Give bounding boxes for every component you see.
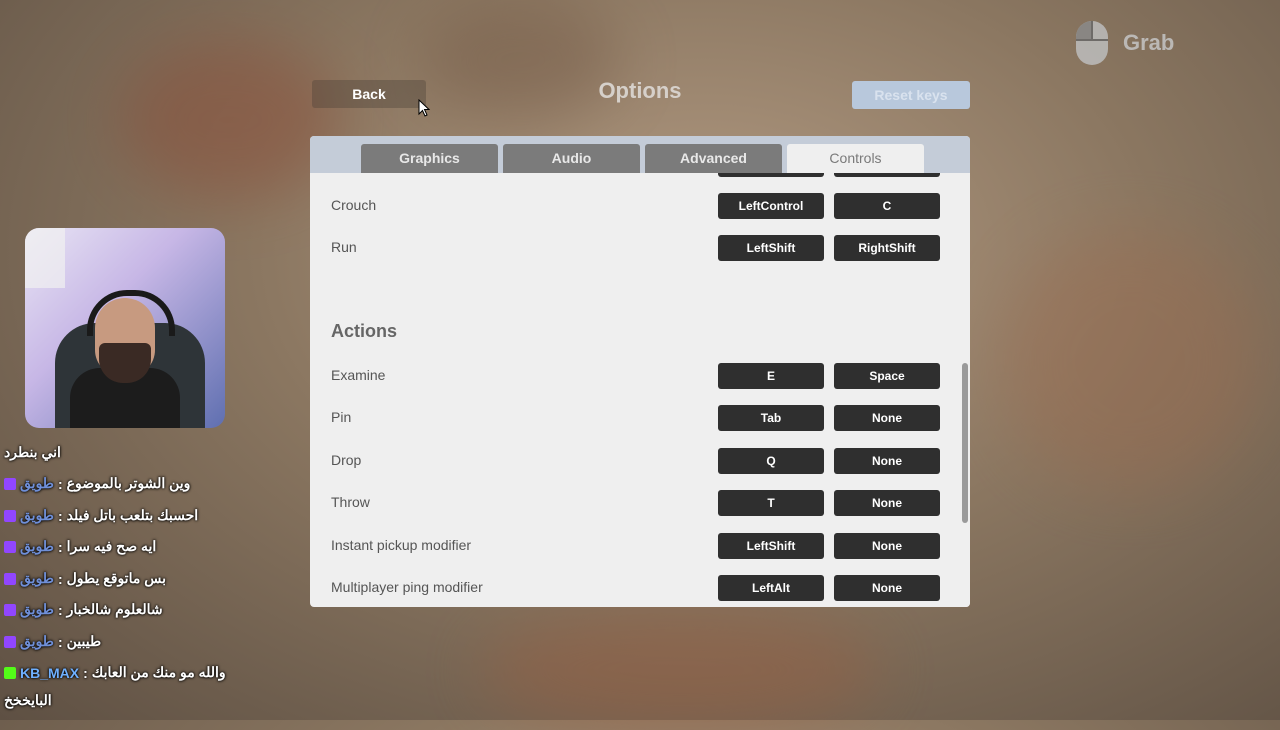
chat-message-text: البايخخخ	[4, 692, 52, 708]
chat-message: طويق : ايه صح فيه سرا	[4, 538, 304, 560]
background-blur	[480, 610, 880, 730]
secondary-key-button[interactable]: C	[834, 193, 940, 219]
twitch-icon	[4, 572, 16, 585]
secondary-key-button[interactable]: RightShift	[834, 235, 940, 261]
secondary-key-button[interactable]: None	[834, 533, 940, 559]
tab-bar: Graphics Audio Advanced Controls	[310, 136, 970, 173]
chat-header-line: اني بنطرد	[4, 444, 304, 466]
tab-controls[interactable]: Controls	[787, 144, 924, 173]
chat-message: طويق : طيبين	[4, 633, 304, 655]
chat-username: KB_MAX	[20, 664, 80, 681]
control-row-multiplayer-ping: Multiplayer ping modifier LeftAlt None	[331, 575, 941, 601]
primary-key-button[interactable]: E	[718, 363, 824, 389]
chat-username: طويق	[20, 475, 54, 491]
control-row-pin: Pin Tab None	[331, 405, 941, 431]
chat-message-text: وين الشوتر بالموضوع	[66, 475, 191, 491]
scrollbar[interactable]	[960, 173, 970, 607]
chat-username: طويق	[20, 538, 54, 554]
scrollbar-thumb[interactable]	[962, 363, 968, 523]
twitch-icon	[4, 477, 16, 490]
control-label: Instant pickup modifier	[331, 537, 472, 553]
control-label: Crouch	[331, 197, 377, 213]
key-binding-partial[interactable]	[834, 173, 940, 177]
control-row-crouch: Crouch LeftControl C	[331, 193, 941, 219]
chat-message: طويق : وين الشوتر بالموضوع	[4, 475, 304, 497]
chat-message-text: شالعلوم شالخبار	[66, 601, 163, 617]
primary-key-button[interactable]: T	[718, 490, 824, 516]
chat-message: طويق : بس ماتوقع يطول	[4, 570, 304, 592]
mouse-cursor-icon	[418, 99, 430, 117]
primary-key-button[interactable]: LeftAlt	[718, 575, 824, 601]
primary-key-button[interactable]: LeftShift	[718, 533, 824, 559]
tab-advanced[interactable]: Advanced	[645, 144, 782, 173]
primary-key-button[interactable]: LeftShift	[718, 235, 824, 261]
background-blur	[120, 40, 340, 200]
secondary-key-button[interactable]: Space	[834, 363, 940, 389]
chat-message-text: اني بنطرد	[4, 444, 61, 460]
secondary-key-button[interactable]: None	[834, 490, 940, 516]
control-row-run: Run LeftShift RightShift	[331, 235, 941, 261]
key-binding-partial[interactable]	[718, 173, 824, 177]
chat-message: KB_MAX : والله مو منك من العابك	[4, 664, 304, 686]
control-row-drop: Drop Q None	[331, 448, 941, 474]
mouse-icon	[1076, 21, 1108, 65]
reset-keys-button[interactable]: Reset keys	[852, 81, 970, 109]
chat-message-text: بس ماتوقع يطول	[66, 570, 166, 586]
chat-username: طويق	[20, 601, 54, 617]
kick-icon	[4, 666, 16, 679]
tab-graphics[interactable]: Graphics	[361, 144, 498, 173]
background-blur	[1000, 230, 1260, 490]
twitch-icon	[4, 540, 16, 553]
controls-list[interactable]: Crouch LeftControl C Run LeftShift Right…	[310, 173, 960, 607]
twitch-icon	[4, 603, 16, 616]
chat-username: طويق	[20, 570, 54, 586]
tab-audio[interactable]: Audio	[503, 144, 640, 173]
chat-username: طويق	[20, 507, 54, 523]
secondary-key-button[interactable]: None	[834, 575, 940, 601]
control-label: Examine	[331, 367, 386, 383]
chat-message-text: ايه صح فيه سرا	[66, 538, 157, 554]
secondary-key-button[interactable]: None	[834, 448, 940, 474]
chat-message: طويق : احسبك بتلعب باتل فيلد	[4, 507, 304, 529]
chat-username: طويق	[20, 633, 54, 649]
grab-label: Grab	[1123, 30, 1175, 55]
headphones-icon	[87, 290, 175, 336]
options-panel: Graphics Audio Advanced Controls Crouch …	[310, 136, 970, 607]
secondary-key-button[interactable]: None	[834, 405, 940, 431]
control-label: Pin	[331, 409, 352, 425]
webcam-shelf	[25, 228, 65, 288]
webcam-overlay	[25, 228, 225, 428]
chat-message-text: طيبين	[66, 633, 102, 649]
primary-key-button[interactable]: Q	[718, 448, 824, 474]
primary-key-button[interactable]: LeftControl	[718, 193, 824, 219]
twitch-icon	[4, 635, 16, 648]
section-heading-actions: Actions	[331, 321, 398, 341]
control-row-instant-pickup: Instant pickup modifier LeftShift None	[331, 533, 941, 559]
control-row-examine: Examine E Space	[331, 363, 941, 389]
control-label: Drop	[331, 452, 362, 468]
chat-message-text: احسبك بتلعب باتل فيلد	[66, 507, 199, 523]
control-label: Run	[331, 239, 357, 255]
back-button[interactable]: Back	[312, 80, 426, 108]
page-title: Options	[598, 78, 682, 103]
grab-hint: Grab	[1075, 20, 1174, 66]
control-label: Multiplayer ping modifier	[331, 579, 483, 595]
twitch-icon	[4, 509, 16, 522]
chat-message-text: والله مو منك من العابك	[91, 664, 226, 680]
chat-message-continuation: البايخخخ	[4, 692, 304, 714]
control-row-throw: Throw T None	[331, 490, 941, 516]
control-label: Throw	[331, 494, 370, 510]
primary-key-button[interactable]: Tab	[718, 405, 824, 431]
chat-message: طويق : شالعلوم شالخبار	[4, 601, 304, 623]
